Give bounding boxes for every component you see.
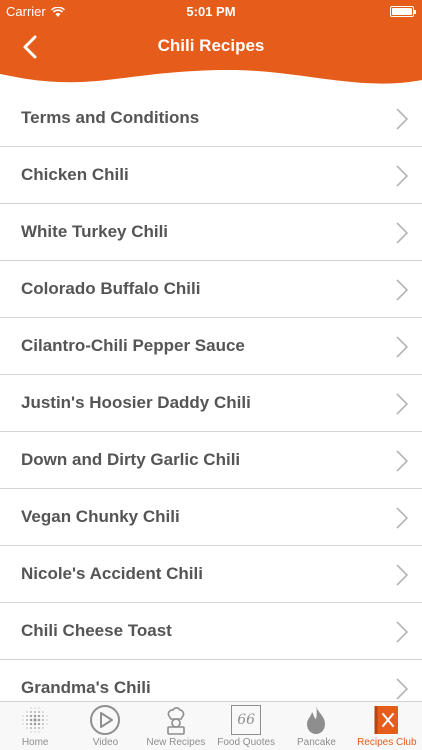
tab-video[interactable]: Video bbox=[70, 702, 140, 750]
list-item[interactable]: Nicole's Accident Chili bbox=[0, 546, 422, 603]
list-item[interactable]: Chili Cheese Toast bbox=[0, 603, 422, 660]
list-item-label: White Turkey Chili bbox=[21, 222, 169, 241]
chevron-right-icon bbox=[396, 336, 409, 363]
tab-food-quotes[interactable]: 66 Food Quotes bbox=[211, 702, 281, 750]
chevron-right-icon bbox=[396, 564, 409, 591]
battery-icon bbox=[390, 6, 416, 17]
tab-label: Food Quotes bbox=[217, 737, 276, 748]
tab-label: Recipes Club bbox=[357, 737, 417, 748]
list-item-label: Down and Dirty Garlic Chili bbox=[21, 450, 241, 469]
tab-label: Video bbox=[92, 737, 119, 748]
flame-icon bbox=[301, 703, 331, 737]
status-bar: Carrier 5:01 PM bbox=[0, 0, 422, 24]
recipe-book-icon bbox=[372, 703, 402, 737]
recipe-list: Terms and Conditions Chicken Chili White T… bbox=[0, 90, 422, 702]
tab-recipes-club[interactable]: Recipes Club bbox=[352, 702, 422, 750]
list-item[interactable]: Colorado Buffalo Chili bbox=[0, 261, 422, 318]
list-item[interactable]: Cilantro-Chili Pepper Sauce bbox=[0, 318, 422, 375]
chef-icon bbox=[160, 703, 192, 737]
chevron-right-icon bbox=[396, 165, 409, 192]
list-item[interactable]: Vegan Chunky Chili bbox=[0, 489, 422, 546]
tab-label: Pancake bbox=[297, 737, 336, 748]
tab-label: New Recipes bbox=[146, 737, 206, 748]
chevron-right-icon bbox=[396, 678, 409, 702]
quote-icon: 66 bbox=[231, 703, 262, 737]
list-item-label: Terms and Conditions bbox=[21, 108, 200, 127]
list-item[interactable]: Chicken Chili bbox=[0, 147, 422, 204]
list-item[interactable]: Justin's Hoosier Daddy Chili bbox=[0, 375, 422, 432]
list-item[interactable]: Terms and Conditions bbox=[0, 90, 422, 147]
dots-grid-icon bbox=[20, 703, 50, 737]
list-item[interactable]: White Turkey Chili bbox=[0, 204, 422, 261]
chevron-right-icon bbox=[396, 222, 409, 249]
tab-new-recipes[interactable]: New Recipes bbox=[141, 702, 211, 750]
chevron-right-icon bbox=[396, 279, 409, 306]
list-item-label: Cilantro-Chili Pepper Sauce bbox=[21, 336, 245, 355]
chevron-right-icon bbox=[396, 393, 409, 420]
list-item[interactable]: Down and Dirty Garlic Chili bbox=[0, 432, 422, 489]
chevron-right-icon bbox=[396, 621, 409, 648]
tab-pancake[interactable]: Pancake bbox=[281, 702, 351, 750]
chevron-right-icon bbox=[396, 450, 409, 477]
list-item-label: Vegan Chunky Chili bbox=[21, 507, 180, 526]
play-circle-icon bbox=[89, 703, 121, 737]
page-title: Chili Recipes bbox=[157, 36, 265, 55]
list-item-label: Grandma's Chili bbox=[21, 678, 151, 697]
status-time: 5:01 PM bbox=[186, 4, 236, 19]
list-item-label: Chili Cheese Toast bbox=[21, 621, 172, 640]
list-item[interactable]: Grandma's Chili bbox=[0, 660, 422, 702]
quote-glyph: 66 bbox=[231, 705, 262, 735]
chevron-right-icon bbox=[396, 507, 409, 534]
list-item-label: Chicken Chili bbox=[21, 165, 129, 184]
list-item-label: Colorado Buffalo Chili bbox=[21, 279, 201, 298]
tab-bar: Home Video New Recipes 66 Food Quotes Pancake… bbox=[0, 701, 422, 750]
nav-header: Carrier 5:01 PM Chili Recipes bbox=[0, 0, 422, 92]
tab-home[interactable]: Home bbox=[0, 702, 70, 750]
tab-label: Home bbox=[21, 737, 49, 748]
list-item-label: Justin's Hoosier Daddy Chili bbox=[21, 393, 251, 412]
chevron-right-icon bbox=[396, 108, 409, 135]
list-item-label: Nicole's Accident Chili bbox=[21, 564, 203, 583]
